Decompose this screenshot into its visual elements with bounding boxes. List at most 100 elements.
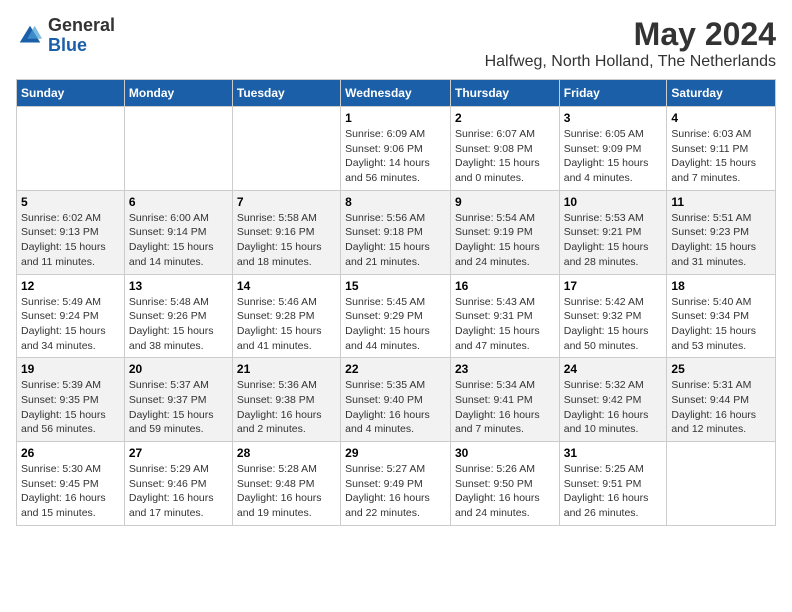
day-info: Sunrise: 5:29 AM Sunset: 9:46 PM Dayligh… bbox=[129, 462, 228, 521]
calendar-cell: 1 Sunrise: 6:09 AM Sunset: 9:06 PM Daylig… bbox=[341, 107, 451, 191]
day-info: Sunrise: 5:51 AM Sunset: 9:23 PM Dayligh… bbox=[671, 211, 771, 270]
calendar-cell: 5 Sunrise: 6:02 AM Sunset: 9:13 PM Daylig… bbox=[17, 190, 125, 274]
day-info: Sunrise: 5:48 AM Sunset: 9:26 PM Dayligh… bbox=[129, 295, 228, 354]
calendar-table: SundayMondayTuesdayWednesdayThursdayFrid… bbox=[16, 79, 776, 526]
day-info: Sunrise: 6:07 AM Sunset: 9:08 PM Dayligh… bbox=[455, 127, 555, 186]
logo: General Blue bbox=[16, 16, 115, 56]
calendar-cell: 20Sunrise: 5:37 AM Sunset: 9:37 PM Dayli… bbox=[124, 358, 232, 442]
day-number: 19 bbox=[21, 362, 120, 376]
calendar-cell bbox=[232, 107, 340, 191]
calendar-cell: 3Sunrise: 6:05 AM Sunset: 9:09 PM Daylig… bbox=[559, 107, 667, 191]
calendar-cell: 27 Sunrise: 5:29 AM Sunset: 9:46 PM Dayli… bbox=[124, 442, 232, 526]
day-number: 27 bbox=[129, 446, 228, 460]
day-number: 29 bbox=[345, 446, 446, 460]
day-info: Sunrise: 6:02 AM Sunset: 9:13 PM Dayligh… bbox=[21, 211, 120, 270]
logo-general-text: General bbox=[48, 15, 115, 35]
calendar-cell: 17Sunrise: 5:42 AM Sunset: 9:32 PM Dayli… bbox=[559, 274, 667, 358]
day-info: Sunrise: 5:49 AM Sunset: 9:24 PM Dayligh… bbox=[21, 295, 120, 354]
logo-blue-text: Blue bbox=[48, 35, 87, 55]
column-header-saturday: Saturday bbox=[667, 80, 776, 107]
month-title: May 2024 bbox=[485, 16, 776, 53]
day-number: 8 bbox=[345, 195, 446, 209]
calendar-week-row: 1 Sunrise: 6:09 AM Sunset: 9:06 PM Daylig… bbox=[17, 107, 776, 191]
day-info: Sunrise: 6:03 AM Sunset: 9:11 PM Dayligh… bbox=[671, 127, 771, 186]
calendar-cell: 7 Sunrise: 5:58 AM Sunset: 9:16 PM Daylig… bbox=[232, 190, 340, 274]
day-info: Sunrise: 5:31 AM Sunset: 9:44 PM Dayligh… bbox=[671, 378, 771, 437]
day-number: 21 bbox=[237, 362, 336, 376]
calendar-cell: 23Sunrise: 5:34 AM Sunset: 9:41 PM Dayli… bbox=[450, 358, 559, 442]
day-number: 14 bbox=[237, 279, 336, 293]
day-number: 15 bbox=[345, 279, 446, 293]
calendar-cell: 10 Sunrise: 5:53 AM Sunset: 9:21 PM Dayli… bbox=[559, 190, 667, 274]
title-block: May 2024 Halfweg, North Holland, The Net… bbox=[485, 16, 776, 71]
calendar-cell: 21 Sunrise: 5:36 AM Sunset: 9:38 PM Dayli… bbox=[232, 358, 340, 442]
day-number: 17 bbox=[564, 279, 663, 293]
calendar-cell: 26 Sunrise: 5:30 AM Sunset: 9:45 PM Dayli… bbox=[17, 442, 125, 526]
day-number: 11 bbox=[671, 195, 771, 209]
calendar-cell: 18 Sunrise: 5:40 AM Sunset: 9:34 PM Dayli… bbox=[667, 274, 776, 358]
day-info: Sunrise: 6:00 AM Sunset: 9:14 PM Dayligh… bbox=[129, 211, 228, 270]
calendar-cell: 16Sunrise: 5:43 AM Sunset: 9:31 PM Dayli… bbox=[450, 274, 559, 358]
day-number: 9 bbox=[455, 195, 555, 209]
calendar-header-row: SundayMondayTuesdayWednesdayThursdayFrid… bbox=[17, 80, 776, 107]
day-info: Sunrise: 5:32 AM Sunset: 9:42 PM Dayligh… bbox=[564, 378, 663, 437]
day-info: Sunrise: 5:39 AM Sunset: 9:35 PM Dayligh… bbox=[21, 378, 120, 437]
day-number: 2 bbox=[455, 111, 555, 125]
column-header-monday: Monday bbox=[124, 80, 232, 107]
day-number: 13 bbox=[129, 279, 228, 293]
day-number: 1 bbox=[345, 111, 446, 125]
day-info: Sunrise: 5:26 AM Sunset: 9:50 PM Dayligh… bbox=[455, 462, 555, 521]
calendar-week-row: 12 Sunrise: 5:49 AM Sunset: 9:24 PM Dayli… bbox=[17, 274, 776, 358]
column-header-wednesday: Wednesday bbox=[341, 80, 451, 107]
day-info: Sunrise: 5:53 AM Sunset: 9:21 PM Dayligh… bbox=[564, 211, 663, 270]
calendar-cell: 9 Sunrise: 5:54 AM Sunset: 9:19 PM Daylig… bbox=[450, 190, 559, 274]
calendar-cell bbox=[17, 107, 125, 191]
day-number: 16 bbox=[455, 279, 555, 293]
calendar-cell bbox=[667, 442, 776, 526]
calendar-cell: 15 Sunrise: 5:45 AM Sunset: 9:29 PM Dayli… bbox=[341, 274, 451, 358]
page-header: General Blue May 2024 Halfweg, North Hol… bbox=[16, 16, 776, 71]
day-info: Sunrise: 6:05 AM Sunset: 9:09 PM Dayligh… bbox=[564, 127, 663, 186]
logo-icon bbox=[16, 22, 44, 50]
day-info: Sunrise: 5:25 AM Sunset: 9:51 PM Dayligh… bbox=[564, 462, 663, 521]
column-header-sunday: Sunday bbox=[17, 80, 125, 107]
day-info: Sunrise: 5:45 AM Sunset: 9:29 PM Dayligh… bbox=[345, 295, 446, 354]
calendar-week-row: 19 Sunrise: 5:39 AM Sunset: 9:35 PM Dayli… bbox=[17, 358, 776, 442]
day-number: 28 bbox=[237, 446, 336, 460]
calendar-cell: 6 Sunrise: 6:00 AM Sunset: 9:14 PM Daylig… bbox=[124, 190, 232, 274]
day-info: Sunrise: 5:34 AM Sunset: 9:41 PM Dayligh… bbox=[455, 378, 555, 437]
day-number: 4 bbox=[671, 111, 771, 125]
day-number: 5 bbox=[21, 195, 120, 209]
calendar-cell: 31 Sunrise: 5:25 AM Sunset: 9:51 PM Dayli… bbox=[559, 442, 667, 526]
day-number: 24 bbox=[564, 362, 663, 376]
calendar-cell: 4 Sunrise: 6:03 AM Sunset: 9:11 PM Daylig… bbox=[667, 107, 776, 191]
day-info: Sunrise: 5:54 AM Sunset: 9:19 PM Dayligh… bbox=[455, 211, 555, 270]
calendar-cell bbox=[124, 107, 232, 191]
day-info: Sunrise: 5:30 AM Sunset: 9:45 PM Dayligh… bbox=[21, 462, 120, 521]
day-info: Sunrise: 5:40 AM Sunset: 9:34 PM Dayligh… bbox=[671, 295, 771, 354]
calendar-cell: 11 Sunrise: 5:51 AM Sunset: 9:23 PM Dayli… bbox=[667, 190, 776, 274]
calendar-cell: 25 Sunrise: 5:31 AM Sunset: 9:44 PM Dayli… bbox=[667, 358, 776, 442]
day-number: 20 bbox=[129, 362, 228, 376]
day-number: 30 bbox=[455, 446, 555, 460]
day-info: Sunrise: 5:36 AM Sunset: 9:38 PM Dayligh… bbox=[237, 378, 336, 437]
day-number: 12 bbox=[21, 279, 120, 293]
calendar-cell: 22Sunrise: 5:35 AM Sunset: 9:40 PM Dayli… bbox=[341, 358, 451, 442]
day-number: 26 bbox=[21, 446, 120, 460]
day-number: 7 bbox=[237, 195, 336, 209]
day-info: Sunrise: 5:27 AM Sunset: 9:49 PM Dayligh… bbox=[345, 462, 446, 521]
day-info: Sunrise: 5:56 AM Sunset: 9:18 PM Dayligh… bbox=[345, 211, 446, 270]
day-number: 22 bbox=[345, 362, 446, 376]
location-title: Halfweg, North Holland, The Netherlands bbox=[485, 53, 776, 71]
calendar-cell: 28Sunrise: 5:28 AM Sunset: 9:48 PM Dayli… bbox=[232, 442, 340, 526]
day-number: 10 bbox=[564, 195, 663, 209]
column-header-tuesday: Tuesday bbox=[232, 80, 340, 107]
day-number: 25 bbox=[671, 362, 771, 376]
day-number: 31 bbox=[564, 446, 663, 460]
calendar-week-row: 5 Sunrise: 6:02 AM Sunset: 9:13 PM Daylig… bbox=[17, 190, 776, 274]
day-number: 6 bbox=[129, 195, 228, 209]
day-info: Sunrise: 5:58 AM Sunset: 9:16 PM Dayligh… bbox=[237, 211, 336, 270]
day-info: Sunrise: 6:09 AM Sunset: 9:06 PM Dayligh… bbox=[345, 127, 446, 186]
day-number: 18 bbox=[671, 279, 771, 293]
calendar-cell: 8 Sunrise: 5:56 AM Sunset: 9:18 PM Daylig… bbox=[341, 190, 451, 274]
